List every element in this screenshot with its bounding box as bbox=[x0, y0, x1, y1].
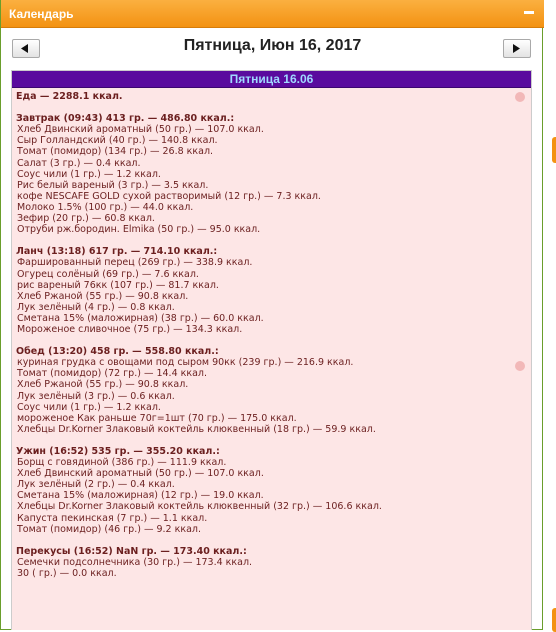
food-item: Молоко 1.5% (100 гр.) — 44.0 ккал. bbox=[17, 201, 194, 213]
triangle-right-icon bbox=[513, 44, 520, 53]
meal-header: Обед (13:20) 458 гр. — 558.80 ккал.: bbox=[16, 346, 219, 358]
food-item: Огурец солёный (69 гр.) — 7.6 ккал. bbox=[17, 268, 199, 280]
food-item: Хлеб Ржаной (55 гр.) — 90.8 ккал. bbox=[17, 379, 189, 391]
food-item: Семечки подсолнечника (30 гр.) — 173.4 к… bbox=[17, 556, 253, 568]
pointer-icon bbox=[515, 361, 525, 371]
food-item: Сметана 15% (маложирная) (38 гр.) — 60.0… bbox=[17, 312, 264, 324]
food-item: Хлеб Двинский ароматный (50 гр.) — 107.0… bbox=[17, 124, 264, 136]
food-log: Еда — 2288.1 ккал. Завтрак (09:43) 413 г… bbox=[12, 88, 531, 579]
calendar-widget: Календарь Пятница, Июн 16, 2017 Пятница … bbox=[0, 0, 544, 630]
next-day-button[interactable] bbox=[503, 39, 531, 58]
food-item: Отруби рж.бородин. Elmika (50 гр.) — 95.… bbox=[17, 224, 261, 236]
meal-header: Ужин (16:52) 535 гр. — 355.20 ккал.: bbox=[16, 446, 220, 457]
food-item: Борщ с говядиной (386 гр.) — 111.9 ккал. bbox=[17, 457, 227, 469]
food-item: рис вареный 76кк (107 гр.) — 81.7 ккал. bbox=[17, 279, 219, 291]
food-item: куриная грудка с овощами под сыром 90кк … bbox=[17, 357, 354, 369]
food-item: Томат (помидор) (72 гр.) — 14.4 ккал. bbox=[17, 368, 208, 380]
day-header: Пятница 16.06 bbox=[12, 71, 531, 88]
meal-header: Ланч (13:18) 617 гр. — 714.10 ккал.: bbox=[16, 246, 218, 258]
food-item: Лук зелёный (4 гр.) — 0.8 ккал. bbox=[17, 301, 175, 313]
side-tab[interactable] bbox=[552, 137, 556, 163]
previous-day-button[interactable] bbox=[12, 39, 40, 58]
food-item: Соус чили (1 гр.) — 1.2 ккал. bbox=[17, 168, 161, 180]
food-item: Лук зелёный (2 гр.) — 0.4 ккал. bbox=[17, 479, 175, 491]
window-titlebar: Календарь bbox=[1, 0, 544, 28]
food-item: Хлебцы Dr.Korner Злаковый коктейль клюкв… bbox=[17, 501, 382, 513]
food-item: Салат (3 гр.) — 0.4 ккал. bbox=[17, 157, 141, 169]
date-navigation: Пятница, Июн 16, 2017 bbox=[1, 28, 544, 66]
side-tab[interactable] bbox=[552, 608, 556, 632]
meal-header: Завтрак (09:43) 413 гр. — 486.80 ккал.: bbox=[16, 113, 235, 125]
food-item: Лук зелёный (3 гр.) — 0.6 ккал. bbox=[17, 390, 175, 402]
food-item: Капуста пекинская (7 гр.) — 1.1 ккал. bbox=[17, 512, 208, 524]
total-line: Еда — 2288.1 ккал. bbox=[16, 91, 123, 102]
meal-header: Перекусы (16:52) NaN гр. — 173.40 ккал.: bbox=[16, 545, 247, 557]
food-item: Сметана 15% (маложирная) (12 гр.) — 19.0… bbox=[17, 490, 264, 502]
minimize-icon[interactable] bbox=[524, 11, 534, 14]
food-item: 30 ( гр.) — 0.0 ккал. bbox=[17, 568, 117, 580]
food-item: Томат (помидор) (46 гр.) — 9.2 ккал. bbox=[17, 523, 201, 535]
food-item: Соус чили (1 гр.) — 1.2 ккал. bbox=[17, 401, 161, 413]
food-item: Томат (помидор) (134 гр.) — 26.8 ккал. bbox=[17, 146, 214, 158]
food-item: кофе NESCAFE GOLD сухой растворимый (12 … bbox=[17, 190, 321, 202]
triangle-left-icon bbox=[21, 44, 28, 53]
date-title: Пятница, Июн 16, 2017 bbox=[183, 37, 362, 54]
food-item: Хлеб Двинский ароматный (50 гр.) — 107.0… bbox=[17, 468, 264, 480]
food-item: Хлеб Ржаной (55 гр.) — 90.8 ккал. bbox=[17, 290, 189, 302]
pointer-icon bbox=[515, 92, 525, 102]
food-item: Рис белый вареный (3 гр.) — 3.5 ккал. bbox=[17, 179, 209, 191]
food-item: Мороженое сливочное (75 гр.) — 134.3 кка… bbox=[17, 323, 243, 335]
food-item: мороженое Как раньше 70г=1шт (70 гр.) — … bbox=[17, 412, 297, 424]
day-content-panel[interactable]: Пятница 16.06 Еда — 2288.1 ккал. Завтрак… bbox=[11, 70, 532, 630]
window-title: Календарь bbox=[9, 7, 74, 21]
food-item: Хлебцы Dr.Korner Злаковый коктейль клюкв… bbox=[17, 423, 376, 435]
food-item: Зефир (20 гр.) — 60.8 ккал. bbox=[17, 213, 155, 225]
food-item: Фаршированный перец (269 гр.) — 338.9 кк… bbox=[17, 257, 253, 269]
food-item: Сыр Голландский (40 гр.) — 140.8 ккал. bbox=[17, 135, 218, 147]
